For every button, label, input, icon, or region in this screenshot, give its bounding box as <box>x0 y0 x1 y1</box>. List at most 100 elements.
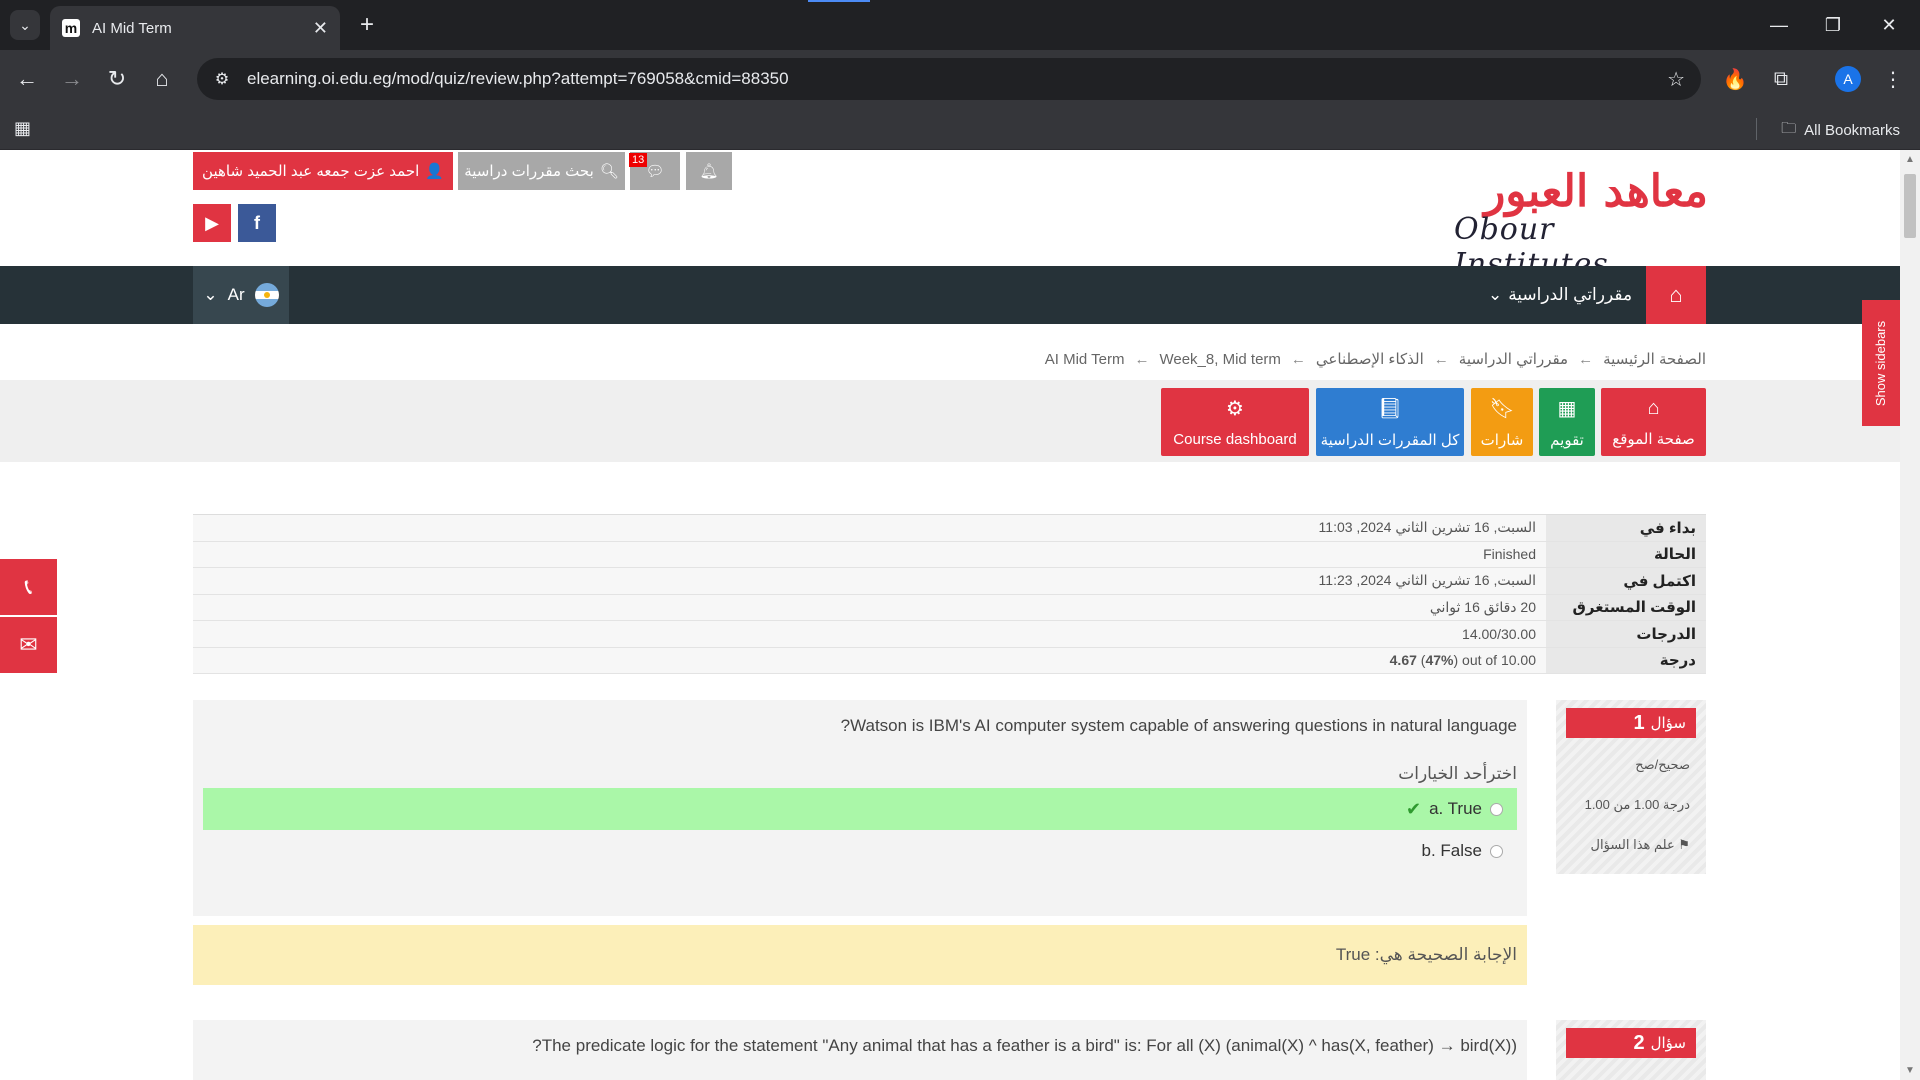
logo-arabic-text: معاهد العبور <box>1484 166 1708 217</box>
summary-value: 20 دقائق 16 ثواني <box>193 594 1546 620</box>
breadcrumb-item[interactable]: الصفحة الرئيسية <box>1603 350 1706 368</box>
phone-contact-button[interactable]: 📞︎ <box>0 559 57 615</box>
bell-icon: 🔔︎ <box>699 163 719 180</box>
course-dashboard-button[interactable]: ⚙ Course dashboard <box>1161 388 1309 456</box>
forward-arrow-icon[interactable]: → <box>55 62 89 96</box>
facebook-link[interactable]: f <box>238 204 276 242</box>
breadcrumb-item[interactable]: الذكاء الإصطناعي <box>1316 350 1424 368</box>
summary-row: الدرجات 14.00/30.00 <box>193 621 1706 648</box>
calendar-icon: ▦ <box>1557 397 1577 420</box>
question-mark: درجة 1.00 من 1.00 <box>1584 797 1690 812</box>
email-contact-button[interactable]: ✉ <box>0 617 57 673</box>
close-window-button[interactable]: ✕ <box>1866 8 1912 42</box>
check-mark-icon: ✔ <box>1405 798 1422 819</box>
answer-label: b. False <box>1421 841 1482 860</box>
site-logo[interactable]: معاهد العبور Obour Institutes <box>1454 166 1708 282</box>
scroll-down-icon[interactable]: ▼ <box>1905 1065 1915 1076</box>
summary-label: الدرجات <box>1546 621 1706 647</box>
summary-value: السبت, 16 تشرين الثاني 2024, 11:03 <box>193 515 1546 541</box>
cogs-icon: ⚙ <box>1226 398 1244 420</box>
all-bookmarks-button[interactable]: 🗀 All Bookmarks <box>1781 118 1900 143</box>
youtube-link[interactable]: ▶ <box>193 204 231 242</box>
site-info-icon[interactable]: ⚙ <box>205 69 239 89</box>
radio-button[interactable] <box>1490 802 1503 816</box>
home-icon[interactable]: ⌂ <box>145 62 179 96</box>
search-label: بحث مقررات دراسية <box>464 163 594 180</box>
course-dashboard-label: Course dashboard <box>1173 431 1297 448</box>
radio-button[interactable] <box>1490 844 1503 858</box>
more-menu-icon[interactable]: ⋮ <box>1878 64 1908 94</box>
phone-icon: 📞︎ <box>24 574 33 599</box>
address-bar[interactable]: ⚙ elearning.oi.edu.eg/mod/quiz/review.ph… <box>197 58 1701 100</box>
summary-label: بداء في <box>1546 515 1706 541</box>
envelope-icon: ✉ <box>19 632 38 657</box>
breadcrumb-item[interactable]: AI Mid Term <box>1045 351 1125 368</box>
site-home-label: صفحة الموقع <box>1612 430 1695 448</box>
grade-out-of: out of 10.00 <box>1462 652 1536 669</box>
extensions-puzzle-icon[interactable]: ⧉ <box>1766 64 1796 94</box>
restore-button[interactable]: ❐ <box>1810 8 1856 42</box>
summary-row: الحالة Finished <box>193 541 1706 568</box>
page-content: 👤 احمد عزت جمعه عبد الحميد شاهين 🔍︎ بحث … <box>0 150 1900 1080</box>
language-selector[interactable]: ⌄ Ar <box>193 266 289 324</box>
show-sidebars-button[interactable]: Show sidebars <box>1862 300 1900 426</box>
attempt-summary-table: بداء في السبت, 16 تشرين الثاني 2024, 11:… <box>193 514 1706 674</box>
question-number: 2 <box>1633 1031 1645 1054</box>
youtube-icon: ▶ <box>205 212 219 233</box>
flag-question-link[interactable]: ⚑ علم هذا السؤال <box>1572 834 1690 856</box>
breadcrumb-item[interactable]: مقرراتي الدراسية <box>1459 350 1568 368</box>
fire-extension-icon[interactable]: 🔥 <box>1720 64 1750 94</box>
browser-tab-bar: ⌄ m AI Mid Term ✕ + — ❐ ✕ <box>0 0 1920 50</box>
scrollbar-thumb[interactable] <box>1904 174 1916 238</box>
calendar-label: تقويم <box>1550 431 1584 449</box>
back-arrow-icon[interactable]: ← <box>10 62 44 96</box>
correct-answer-feedback: الإجابة الصحيحة هي: True <box>193 925 1527 985</box>
nav-home-button[interactable]: ⌂ <box>1646 266 1706 324</box>
user-icon: 👤 <box>425 163 444 180</box>
question-1-content: Watson is IBM's AI computer system capab… <box>193 700 1527 916</box>
breadcrumb-item[interactable]: Week_8, Mid term <box>1159 351 1280 368</box>
flag-icon <box>254 283 279 307</box>
bookmarks-bar: ▦ 🗀 All Bookmarks <box>0 108 1920 150</box>
tab-search-button[interactable]: ⌄ <box>10 10 40 40</box>
scroll-up-icon[interactable]: ▲ <box>1905 154 1915 165</box>
answer-prompt: اخترأحد الخيارات <box>1398 764 1517 783</box>
folder-icon: 🗀 <box>1781 120 1797 137</box>
chevron-down-icon: ⌄ <box>1487 285 1503 304</box>
answer-option-b[interactable]: b. False <box>203 830 1517 872</box>
site-home-button[interactable]: ⌂ صفحة الموقع <box>1601 388 1706 456</box>
browser-tab-active[interactable]: m AI Mid Term ✕ <box>50 6 340 50</box>
my-courses-label: مقرراتي الدراسية <box>1508 285 1633 304</box>
calendar-button[interactable]: ▦ تقويم <box>1539 388 1595 456</box>
book-icon: 📘︎ <box>1377 397 1403 420</box>
question-label: سؤال <box>1650 1035 1686 1052</box>
url-text[interactable]: elearning.oi.edu.eg/mod/quiz/review.php?… <box>247 69 1667 89</box>
new-tab-button[interactable]: + <box>352 10 382 40</box>
my-courses-menu[interactable]: مقرراتي الدراسية ⌄ <box>1480 266 1640 324</box>
grade-percent: 47% <box>1425 652 1454 669</box>
breadcrumb-separator-icon: ← <box>1290 350 1306 368</box>
main-navbar: ⌄ Ar مقرراتي الدراسية ⌄ ⌂ <box>0 266 1900 324</box>
bookmark-star-icon[interactable]: ☆ <box>1667 67 1685 92</box>
apps-grid-icon[interactable]: ▦ <box>14 118 34 138</box>
breadcrumb-separator-icon: ← <box>1433 350 1449 368</box>
reload-icon[interactable]: ↻ <box>100 62 134 96</box>
summary-label: درجة <box>1546 647 1706 673</box>
summary-row: بداء في السبت, 16 تشرين الثاني 2024, 11:… <box>193 515 1706 542</box>
close-tab-icon[interactable]: ✕ <box>313 18 328 39</box>
facebook-icon: f <box>254 212 260 233</box>
page-scrollbar[interactable]: ▲ ▼ <box>1900 150 1920 1080</box>
summary-value: 4.67 (47%) out of 10.00 <box>193 647 1546 673</box>
chevron-down-icon: ⌄ <box>19 16 31 33</box>
course-search-button[interactable]: 🔍︎ بحث مقررات دراسية <box>458 152 625 190</box>
answer-label: a. True <box>1429 799 1482 818</box>
all-courses-button[interactable]: 📘︎ كل المقررات الدراسية <box>1316 388 1464 456</box>
question-1-info: سؤال 1 صحيح/صح درجة 1.00 من 1.00 ⚑ علم ه… <box>1556 700 1706 874</box>
profile-avatar[interactable]: A <box>1835 66 1861 92</box>
minimize-button[interactable]: — <box>1756 8 1802 42</box>
summary-label: اكتمل في <box>1546 568 1706 594</box>
badges-button[interactable]: 🔖︎ شارات <box>1471 388 1533 456</box>
answer-option-a[interactable]: a. True ✔ <box>203 788 1517 830</box>
user-menu-button[interactable]: 👤 احمد عزت جمعه عبد الحميد شاهين <box>193 152 453 190</box>
notifications-button[interactable]: 🔔︎ <box>686 152 732 190</box>
